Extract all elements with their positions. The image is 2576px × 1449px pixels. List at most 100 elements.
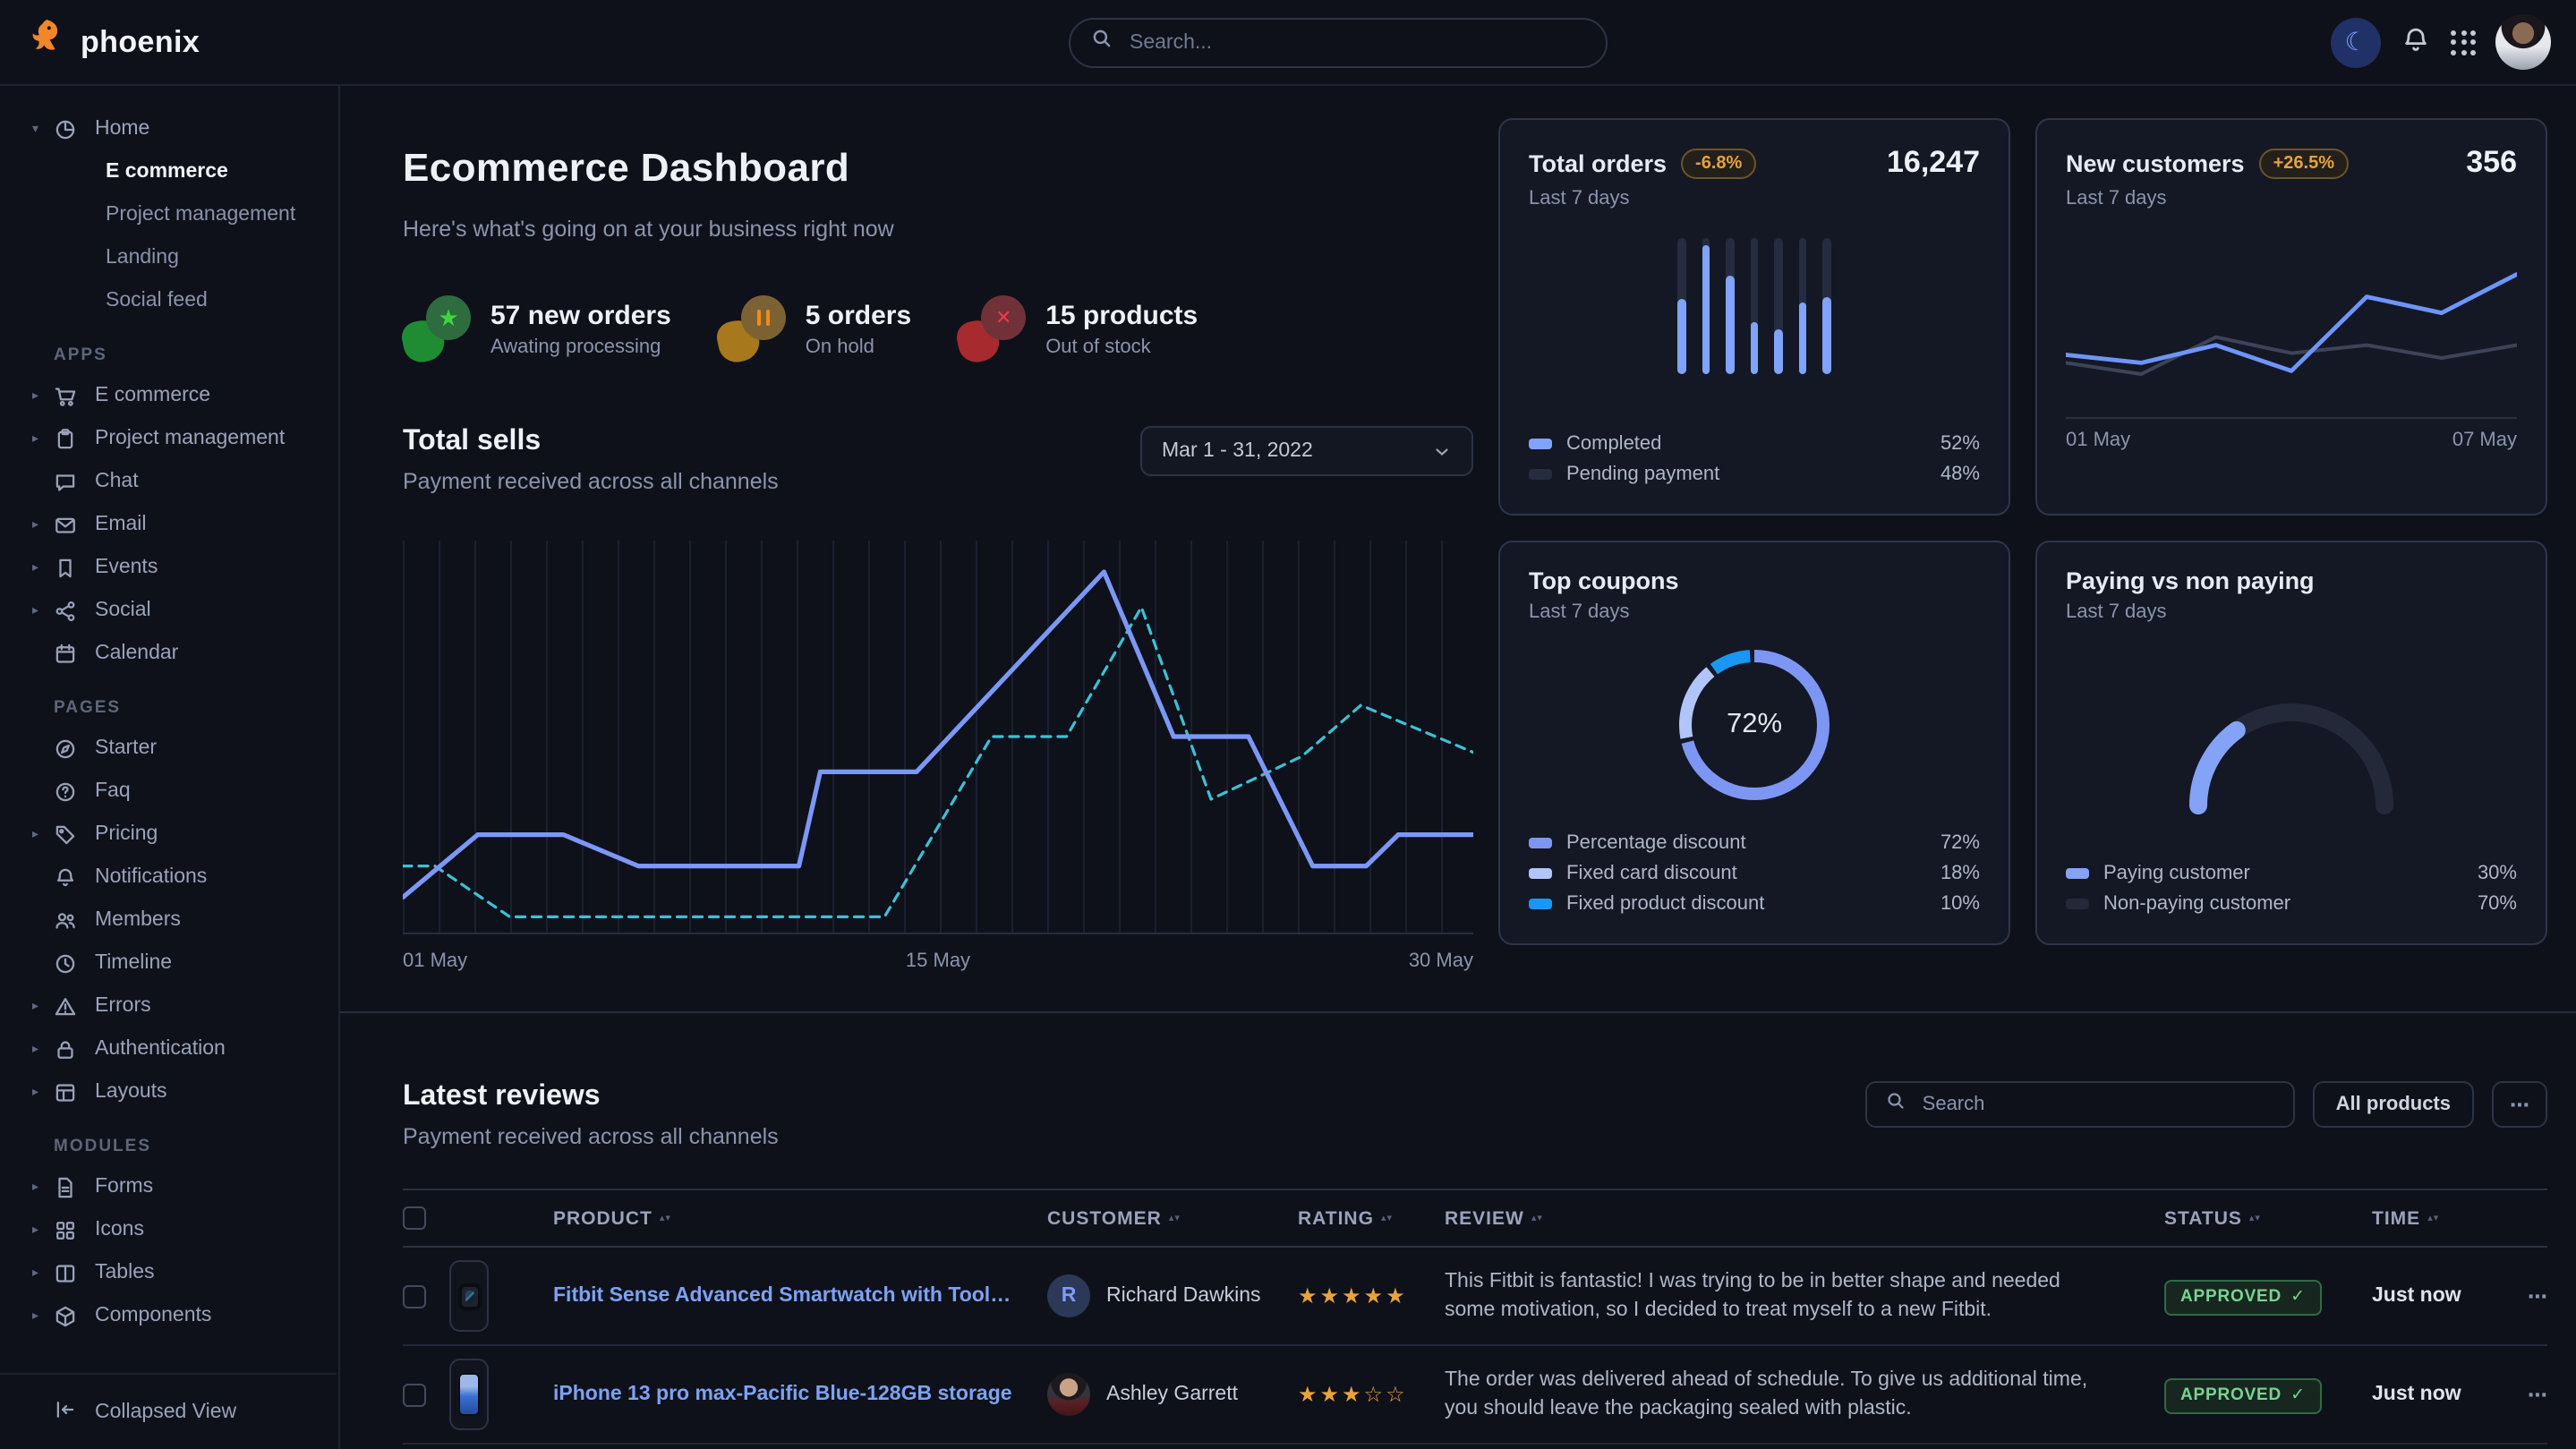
coupons-donut-chart: 72%: [1677, 648, 1831, 802]
sort-icon: ▴▾: [1381, 1215, 1393, 1223]
select-all-checkbox[interactable]: [403, 1207, 426, 1231]
column-review[interactable]: REVIEW▴▾: [1445, 1208, 2139, 1230]
sidebar-item-layouts[interactable]: ▸ Layouts: [0, 1070, 338, 1113]
collapse-arrow-icon: [54, 1398, 77, 1427]
legend-swatch: [1529, 438, 1552, 448]
row-checkbox[interactable]: [403, 1285, 426, 1308]
sidebar-section-pages: PAGES: [0, 698, 338, 718]
status-badge: APPROVED✓: [2164, 1279, 2322, 1315]
top-navbar: phoenix ☾: [0, 0, 2576, 86]
time-cell: Just now: [2372, 1286, 2483, 1308]
caret-right-icon: ▸: [32, 999, 54, 1013]
sidebar-item-authentication[interactable]: ▸ Authentication: [0, 1027, 338, 1070]
sidebar-item-project-management-home[interactable]: Project management: [0, 193, 338, 236]
global-search-input[interactable]: [1126, 30, 1586, 55]
share-icon: [54, 598, 79, 623]
legend-item: Fixed product discount 10%: [1529, 888, 1980, 918]
reviews-subtitle: Payment received across all channels: [403, 1125, 2547, 1150]
sidebar-item-home[interactable]: ▾ Home: [0, 107, 338, 150]
bell-icon: [2401, 24, 2431, 60]
all-products-button[interactable]: All products: [2313, 1082, 2474, 1129]
legend-item: Fixed card discount 18%: [1529, 857, 1980, 888]
clipboard-icon: [54, 426, 79, 451]
trend-badge: +26.5%: [2259, 148, 2349, 178]
column-rating[interactable]: RATING▴▾: [1298, 1208, 1445, 1230]
caret-down-icon: ▾: [32, 122, 54, 136]
sidebar-item-social-feed[interactable]: Social feed: [0, 279, 338, 322]
sidebar-item-tables[interactable]: ▸ Tables: [0, 1251, 338, 1294]
total-orders-value: 16,247: [1887, 145, 1980, 181]
sidebar-item-members[interactable]: Members: [0, 899, 338, 942]
date-range-select[interactable]: Mar 1 - 31, 2022: [1140, 427, 1473, 477]
row-actions-button[interactable]: ⋯: [2483, 1285, 2547, 1308]
sidebar-item-ecommerce-app[interactable]: ▸ E commerce: [0, 374, 338, 417]
sidebar-item-calendar[interactable]: Calendar: [0, 632, 338, 675]
sidebar-item-forms[interactable]: ▸ Forms: [0, 1165, 338, 1208]
card-title: Total orders: [1529, 149, 1667, 176]
sidebar-item-components[interactable]: ▸ Components: [0, 1294, 338, 1337]
row-checkbox[interactable]: [403, 1384, 426, 1407]
product-link[interactable]: iPhone 13 pro max-Pacific Blue-128GB sto…: [553, 1385, 1047, 1406]
column-customer[interactable]: CUSTOMER▴▾: [1047, 1208, 1298, 1230]
sort-icon: ▴▾: [2249, 1215, 2261, 1223]
table-icon: [54, 1260, 79, 1285]
sidebar-section-apps: APPS: [0, 345, 338, 365]
user-avatar[interactable]: [2495, 14, 2551, 70]
cart-icon: [54, 383, 79, 408]
calendar-icon: [54, 641, 79, 666]
product-link[interactable]: Fitbit Sense Advanced Smartwatch with To…: [553, 1286, 1047, 1308]
stat-orders-on-hold: 5 orders On hold: [718, 296, 911, 362]
box-icon: [54, 1303, 79, 1328]
legend-item: Pending payment 48%: [1529, 458, 1980, 489]
sidebar-item-pricing[interactable]: ▸ Pricing: [0, 813, 338, 856]
customer-cell: Ashley Garrett: [1047, 1374, 1298, 1417]
collapsed-view-toggle[interactable]: Collapsed View: [0, 1373, 337, 1449]
search-icon: [1090, 27, 1113, 59]
grid-icon: [2451, 30, 2476, 55]
reviews-search[interactable]: [1865, 1082, 2295, 1129]
sidebar-item-landing[interactable]: Landing: [0, 236, 338, 279]
row-actions-button[interactable]: ⋯: [2483, 1384, 2547, 1407]
caret-right-icon: ▸: [32, 1223, 54, 1237]
sidebar-item-social[interactable]: ▸ Social: [0, 589, 338, 632]
app: phoenix ☾ ▾ Home E comm: [0, 0, 2576, 1449]
card-title: Paying vs non paying: [2066, 567, 2315, 594]
sidebar-item-timeline[interactable]: Timeline: [0, 942, 338, 984]
total-sells-subtitle: Payment received across all channels: [403, 470, 779, 495]
sidebar-item-chat[interactable]: Chat: [0, 460, 338, 503]
apps-grid-button[interactable]: [2451, 30, 2476, 55]
global-search[interactable]: [1069, 18, 1608, 68]
users-icon: [54, 908, 79, 933]
caret-right-icon: ▸: [32, 517, 54, 532]
pause-icon: [741, 296, 786, 341]
legend-swatch: [2066, 898, 2089, 908]
column-time[interactable]: TIME▴▾: [2372, 1208, 2483, 1230]
sidebar-item-errors[interactable]: ▸ Errors: [0, 984, 338, 1027]
total-sells-x-axis: 01 May 15 May 30 May: [403, 951, 1473, 973]
more-options-button[interactable]: ⋯: [2492, 1082, 2547, 1129]
total-sells-title: Total sells: [403, 427, 779, 459]
sidebar-item-email[interactable]: ▸ Email: [0, 503, 338, 546]
table-row: Fitbit Sense Advanced Smartwatch with To…: [403, 1249, 2547, 1347]
notifications-button[interactable]: [2401, 24, 2431, 60]
legend-swatch: [1529, 898, 1552, 908]
chat-icon: [54, 469, 79, 494]
theme-toggle-button[interactable]: ☾: [2331, 17, 2381, 67]
sidebar-item-ecommerce-home[interactable]: E commerce: [0, 150, 338, 193]
sidebar-item-starter[interactable]: Starter: [0, 727, 338, 770]
main-content: Ecommerce Dashboard Here's what's going …: [340, 86, 2576, 1449]
column-product[interactable]: PRODUCT▴▾: [553, 1208, 1047, 1230]
sidebar-item-project-management-app[interactable]: ▸ Project management: [0, 417, 338, 460]
warning-triangle-icon: [54, 993, 79, 1019]
star-icon: ★: [426, 296, 471, 341]
column-status[interactable]: STATUS▴▾: [2139, 1208, 2372, 1230]
product-thumbnail[interactable]: [449, 1261, 489, 1333]
product-thumbnail[interactable]: [449, 1360, 489, 1431]
reviews-search-input[interactable]: [1919, 1093, 2275, 1118]
sidebar-item-faq[interactable]: Faq: [0, 770, 338, 813]
legend-swatch: [1529, 867, 1552, 878]
sidebar-item-notifications[interactable]: Notifications: [0, 856, 338, 899]
sidebar-item-icons[interactable]: ▸ Icons: [0, 1208, 338, 1251]
brand[interactable]: phoenix: [25, 16, 200, 68]
sidebar-item-events[interactable]: ▸ Events: [0, 546, 338, 589]
